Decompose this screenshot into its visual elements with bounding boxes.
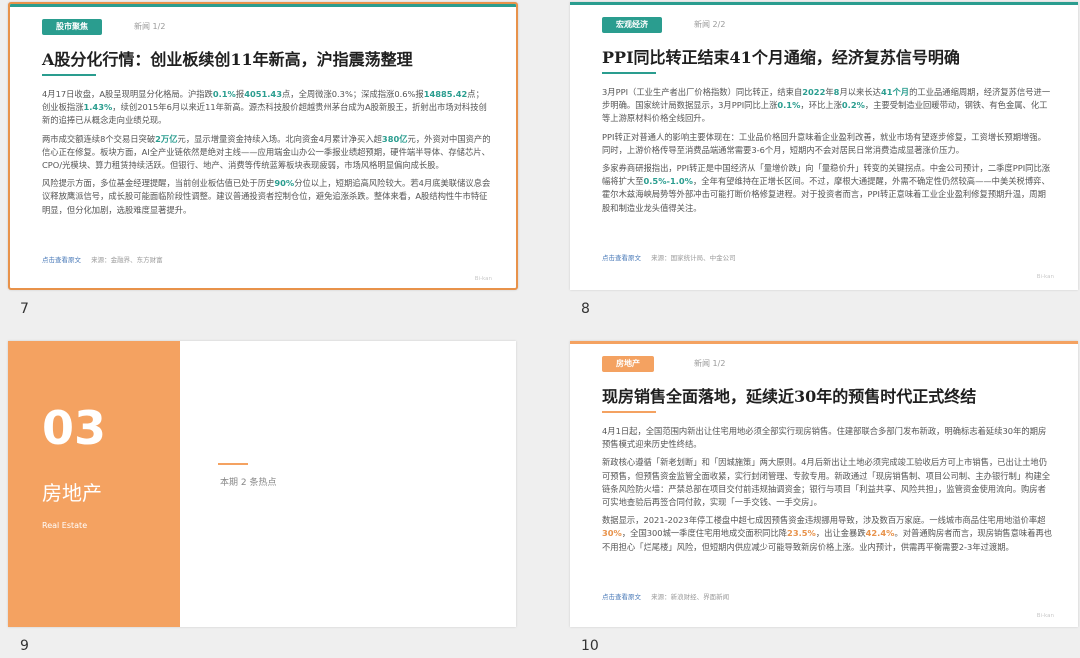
slide-number: 10 xyxy=(581,638,599,654)
paragraph-text: 3月PPI（工业生产者出厂价格指数）同比转正，结束自 xyxy=(602,87,803,97)
body-paragraph: 两市成交额连续8个交易日突破2万亿元，显示增量资金持续入场。北向资金4月累计净买… xyxy=(42,133,492,173)
highlighted-figure: 23.5% xyxy=(787,528,816,539)
body-paragraph: PPI转正对普通人的影响主要体现在：工业品价格回升意味着企业盈利改善，就业市场有… xyxy=(602,131,1054,157)
highlighted-figure: 0.1% xyxy=(212,89,236,99)
highlighted-figure: 1.43% xyxy=(83,102,113,113)
body-paragraph: 4月17日收盘，A股呈现明显分化格局。沪指跌0.1%报4051.43点，全周微涨… xyxy=(42,88,492,128)
slide-thumbnail-7[interactable]: 股市聚焦 新闻 1/2 A股分化行情：创业板续创11年新高，沪指震荡整理 4月1… xyxy=(8,2,518,290)
source-text: 来源：新浪财经、界面新闻 xyxy=(651,593,730,601)
source-text: 来源：金融界、东方财富 xyxy=(91,256,163,264)
section-english-title: Real Estate xyxy=(42,521,88,530)
slide-footer: 点击查看原文 来源：新浪财经、界面新闻 xyxy=(602,591,729,601)
slide-top-bar xyxy=(10,4,516,7)
section-divider-line xyxy=(218,463,248,465)
view-original-link[interactable]: 点击查看原文 xyxy=(602,254,641,262)
slide-title: PPI同比转正结束41个月通缩，经济复苏信号明确 xyxy=(602,48,960,67)
page-indicator: 新闻 1/2 xyxy=(694,359,726,368)
paragraph-text: 报 xyxy=(235,89,245,99)
section-number: 03 xyxy=(42,401,107,455)
paragraph-text: 新政核心遵循「新老划断」和「因城施策」两大原则。4月后新出让土地必须完成竣工验收… xyxy=(602,457,1051,508)
slide-number: 9 xyxy=(20,638,29,654)
paragraph-text: 元，显示增量资金持续入场。北向资金4月累计净买入超 xyxy=(177,133,382,144)
paragraph-text: ，全国300城一季度住宅用地成交面积同比降 xyxy=(621,528,788,539)
paragraph-text: 月以来长达 xyxy=(839,87,881,97)
title-underline xyxy=(42,74,96,76)
category-tag: 房地产 xyxy=(602,356,654,372)
slide-title: A股分化行情：创业板续创11年新高，沪指震荡整理 xyxy=(42,50,413,69)
highlighted-figure: 14885.42 xyxy=(423,89,468,99)
paragraph-text: 年 xyxy=(825,87,834,97)
slide-thumbnail-10[interactable]: 房地产 新闻 1/2 现房销售全面落地，延续近30年的预售时代正式终结 4月1日… xyxy=(570,341,1078,627)
corner-mark: Bi-kan xyxy=(474,276,492,282)
slide-thumbnail-9[interactable]: 03 房地产 Real Estate 本期 2 条热点 xyxy=(8,341,516,627)
slide-number: 7 xyxy=(20,301,29,317)
paragraph-text: 两市成交额连续8个交易日突破 xyxy=(42,133,156,144)
paragraph-text: 风险提示方面，多位基金经理提醒，当前创业板估值已处于历史 xyxy=(42,178,275,189)
highlighted-figure: 41个月 xyxy=(880,87,910,97)
view-original-link[interactable]: 点击查看原文 xyxy=(602,593,641,601)
slide-number: 8 xyxy=(581,301,590,317)
highlighted-figure: 2万亿 xyxy=(155,133,178,144)
paragraph-text: 数据显示，2021-2023年停工楼盘中超七成因预售资金违规挪用导致，涉及数百万… xyxy=(602,515,1046,526)
paragraph-text: 4月17日收盘，A股呈现明显分化格局。沪指跌 xyxy=(42,89,213,99)
source-text: 来源：国家统计局、中金公司 xyxy=(651,254,736,262)
paragraph-text: ，出让金暴跌 xyxy=(815,528,866,539)
slide-body: 3月PPI（工业生产者出厂价格指数）同比转正，结束自2022年8月以来长达41个… xyxy=(602,86,1054,220)
highlighted-figure: 30% xyxy=(602,528,622,539)
slide-footer: 点击查看原文 来源：国家统计局、中金公司 xyxy=(602,252,736,262)
title-underline xyxy=(602,72,656,74)
slide-thumbnail-8[interactable]: 宏观经济 新闻 2/2 PPI同比转正结束41个月通缩，经济复苏信号明确 3月P… xyxy=(570,2,1078,290)
body-paragraph: 多家券商研报指出，PPI转正是中国经济从「量增价跌」向「量稳价升」转变的关键拐点… xyxy=(602,162,1054,215)
paragraph-text: ，环比上涨 xyxy=(800,100,842,111)
highlighted-figure: 90% xyxy=(274,178,295,189)
highlighted-figure: 4051.43 xyxy=(244,89,282,99)
slide-footer: 点击查看原文 来源：金融界、东方财富 xyxy=(42,254,163,264)
highlighted-figure: 0.2% xyxy=(841,100,865,111)
highlighted-figure: 42.4% xyxy=(865,528,895,539)
paragraph-text: 4月1日起，全国范围内新出让住宅用地必须全部实行现房销售。住建部联合多部门发布新… xyxy=(602,426,1047,450)
body-paragraph: 新政核心遵循「新老划断」和「因城施策」两大原则。4月后新出让土地必须完成竣工验收… xyxy=(602,456,1054,509)
body-paragraph: 数据显示，2021-2023年停工楼盘中超七成因预售资金违规挪用导致，涉及数百万… xyxy=(602,514,1054,554)
highlighted-figure: 0.1% xyxy=(777,100,801,111)
slide-body: 4月17日收盘，A股呈现明显分化格局。沪指跌0.1%报4051.43点，全周微涨… xyxy=(42,88,492,222)
highlighted-figure: 2022 xyxy=(802,87,826,97)
corner-mark: Bi-kan xyxy=(1036,274,1054,280)
view-original-link[interactable]: 点击查看原文 xyxy=(42,256,81,264)
paragraph-text: PPI转正对普通人的影响主要体现在：工业品价格回升意味着企业盈利改善，就业市场有… xyxy=(602,131,1046,155)
section-count: 本期 2 条热点 xyxy=(220,478,277,488)
body-paragraph: 4月1日起，全国范围内新出让住宅用地必须全部实行现房销售。住建部联合多部门发布新… xyxy=(602,425,1054,451)
highlighted-figure: 380亿 xyxy=(381,133,408,144)
slide-top-bar xyxy=(570,2,1078,5)
slide-title: 现房销售全面落地，延续近30年的预售时代正式终结 xyxy=(602,387,977,406)
category-tag: 宏观经济 xyxy=(602,17,662,33)
slide-body: 4月1日起，全国范围内新出让住宅用地必须全部实行现房销售。住建部联合多部门发布新… xyxy=(602,425,1054,559)
corner-mark: Bi-kan xyxy=(1036,613,1054,619)
paragraph-text: 点，全周微涨0.3%；深成指涨0.6%报 xyxy=(281,89,424,99)
page-indicator: 新闻 1/2 xyxy=(134,22,166,31)
body-paragraph: 3月PPI（工业生产者出厂价格指数）同比转正，结束自2022年8月以来长达41个… xyxy=(602,86,1054,126)
highlighted-figure: 0.5%-1.0% xyxy=(643,176,693,187)
page-indicator: 新闻 2/2 xyxy=(694,20,726,29)
slide-top-bar xyxy=(570,341,1078,344)
body-paragraph: 风险提示方面，多位基金经理提醒，当前创业板估值已处于历史90%分位以上，短期追高… xyxy=(42,177,492,217)
title-underline xyxy=(602,411,656,413)
section-title: 房地产 xyxy=(42,481,102,505)
category-tag: 股市聚焦 xyxy=(42,19,102,35)
